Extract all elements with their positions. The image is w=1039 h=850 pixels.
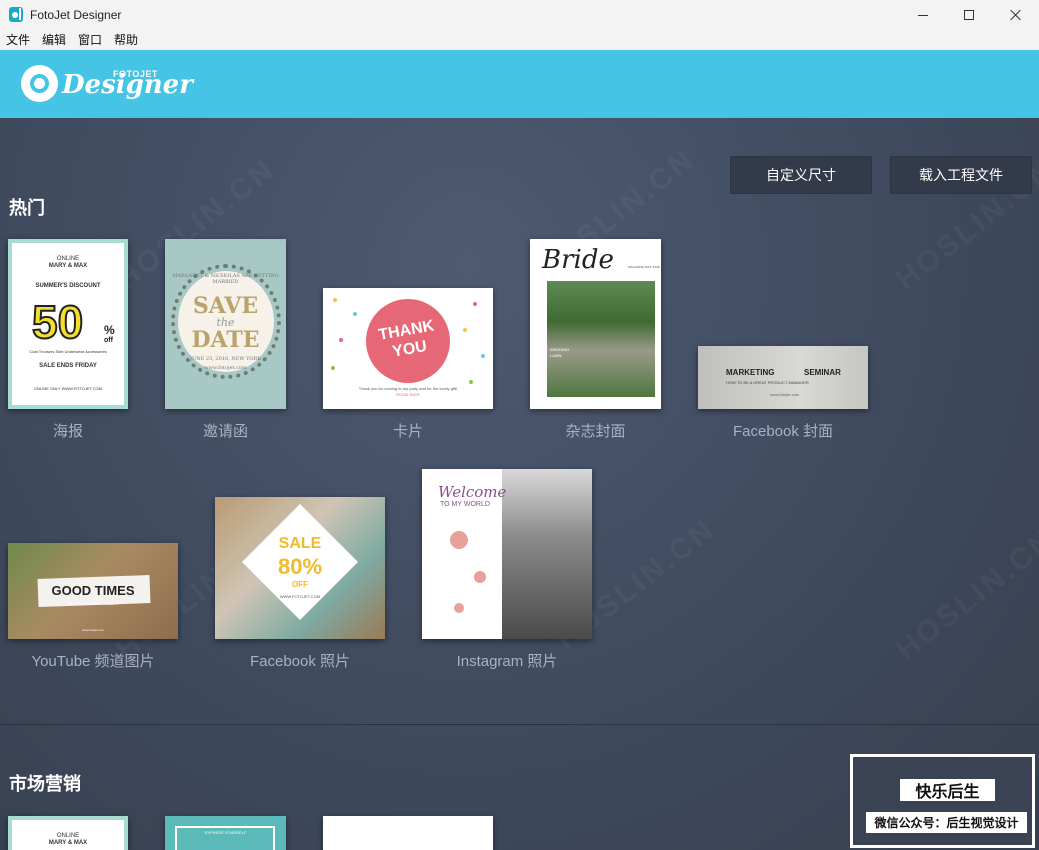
watermark: HOSLIN.CN: [890, 523, 1039, 668]
menu-help[interactable]: 帮助: [114, 30, 138, 50]
poster-text: ONLINE: [56, 833, 80, 839]
template-card-invitation[interactable]: MARGARET & NICHOLAS ARE GETTING MARRIED …: [165, 239, 286, 409]
template-label: Facebook 照片: [249, 653, 351, 670]
invitation-text: JUNE 23, 2016, NEW YORK: [190, 356, 261, 362]
wechat-badge: 快乐后生 微信公众号：后生视觉设计: [850, 754, 1035, 848]
minimize-icon: [918, 14, 928, 16]
card-thank-text: THANK YOU: [377, 317, 436, 361]
flyer-text: EXPRESS YOURSELF: [204, 830, 247, 835]
close-button[interactable]: [993, 0, 1039, 30]
maximize-icon: [964, 10, 974, 20]
youtube-text: WEEKENDS DON'T COUNT: [67, 601, 119, 606]
invitation-text: DATE: [191, 327, 260, 353]
magazine-text: LAWN: [550, 353, 562, 358]
poster-text: SUMMER'S DISCOUNT: [35, 283, 101, 289]
template-label: Instagram 照片: [456, 653, 558, 670]
load-project-button[interactable]: 载入工程文件: [890, 156, 1032, 194]
youtube-title: GOOD TIMES: [51, 583, 135, 598]
logo-icon: [21, 65, 58, 102]
template-card-marketing-card[interactable]: [323, 816, 493, 850]
cover-text: HOW TO BE A GREAT PRODUCT MANAGER: [726, 380, 809, 385]
instagram-text: Welcome: [438, 483, 507, 501]
cover-text: MARKETING: [726, 368, 775, 377]
template-label: 海报: [52, 423, 83, 440]
app-icon: [9, 7, 23, 22]
template-label: YouTube 频道图片: [31, 653, 155, 670]
badge-title: 快乐后生: [900, 779, 995, 801]
poster-big-number: 50: [31, 295, 84, 349]
menu-file[interactable]: 文件: [6, 30, 30, 50]
invitation-text: www.fotojet.com: [204, 365, 247, 371]
template-card-instagram[interactable]: Welcome TO MY WORLD: [422, 469, 592, 639]
minimize-button[interactable]: [900, 0, 946, 30]
facebook-photo-text: 80%: [277, 554, 323, 579]
badge-subtitle: 微信公众号：后生视觉设计: [866, 812, 1027, 833]
poster-text: MARY & MAX: [48, 263, 88, 269]
section-divider: [0, 724, 1039, 725]
invitation-text: MARGARET & NICHOLAS ARE GETTING MARRIED: [172, 273, 279, 285]
template-card-marketing-flyer[interactable]: EXPRESS YOURSELF: [165, 816, 286, 850]
template-label: 卡片: [392, 423, 423, 440]
template-label: 杂志封面: [565, 423, 626, 440]
poster-text: ONLINE: [56, 256, 80, 262]
cover-text: SEMINAR: [804, 368, 841, 377]
custom-size-button[interactable]: 自定义尺寸: [730, 156, 872, 194]
template-card-youtube[interactable]: GOOD TIMES WEEKENDS DON'T COUNT www.foto…: [8, 543, 178, 639]
menu-window[interactable]: 窗口: [78, 30, 102, 50]
menu-bar: 文件 编辑 窗口 帮助: [0, 30, 1039, 50]
poster-text: %: [104, 323, 115, 337]
template-gallery: HOSLIN.CN HOSLIN.CN HOSLIN.CN HOSLIN.CN …: [0, 118, 1039, 850]
close-icon: [1010, 9, 1022, 21]
menu-edit[interactable]: 编辑: [42, 30, 66, 50]
poster-text: off: [104, 337, 113, 344]
facebook-photo-text: SALE: [278, 535, 322, 552]
cover-text: www.fotojet.com: [770, 392, 800, 397]
template-label: Facebook 封面: [732, 423, 834, 440]
magazine-text: WEDDING: [550, 347, 570, 352]
title-bar: FotoJet Designer: [0, 0, 1039, 30]
card-text: Thank you for coming to my party and for…: [358, 386, 458, 391]
template-card-card[interactable]: THANK YOU Thank you for coming to my par…: [323, 288, 493, 409]
facebook-photo-text: OFF: [292, 580, 308, 589]
template-card-magazine[interactable]: Bride MAGAZINE 2016 JUNE WEDDING LAWN: [530, 239, 661, 409]
card-text: ROSIE KATE: [396, 392, 420, 397]
template-label: 邀请函: [202, 423, 248, 440]
poster-text: SALE ENDS FRIDAY: [39, 363, 97, 369]
maximize-button[interactable]: [946, 0, 992, 30]
section-title-marketing: 市场营销: [9, 774, 81, 794]
poster-text: ONLINE ONLY WWW.FOTOJET.COM: [33, 386, 102, 391]
facebook-photo-text: WWW.FOTOJET.COM: [279, 594, 321, 599]
template-card-marketing-poster[interactable]: ONLINE MARY & MAX: [8, 816, 128, 850]
youtube-text: www.fotojet.com: [82, 628, 104, 632]
window-title: FotoJet Designer: [30, 8, 122, 22]
template-card-facebook-cover[interactable]: MARKETING SEMINAR HOW TO BE A GREAT PROD…: [698, 346, 868, 409]
template-card-facebook-photo[interactable]: SALE 80% OFF WWW.FOTOJET.COM: [215, 497, 385, 639]
section-title-hot: 热门: [9, 198, 45, 218]
magazine-text: MAGAZINE 2016 JUNE: [628, 265, 660, 269]
magazine-title: Bride: [542, 245, 614, 275]
poster-text: Coat Trousers Skirt Underwear Accessorie…: [29, 349, 107, 354]
logo-subtext: FOTOJET: [113, 69, 158, 79]
poster-text: MARY & MAX: [48, 840, 88, 846]
template-card-poster[interactable]: ONLINE MARY & MAX SUMMER'S DISCOUNT 50 %…: [8, 239, 128, 409]
instagram-text: TO MY WORLD: [440, 501, 490, 508]
